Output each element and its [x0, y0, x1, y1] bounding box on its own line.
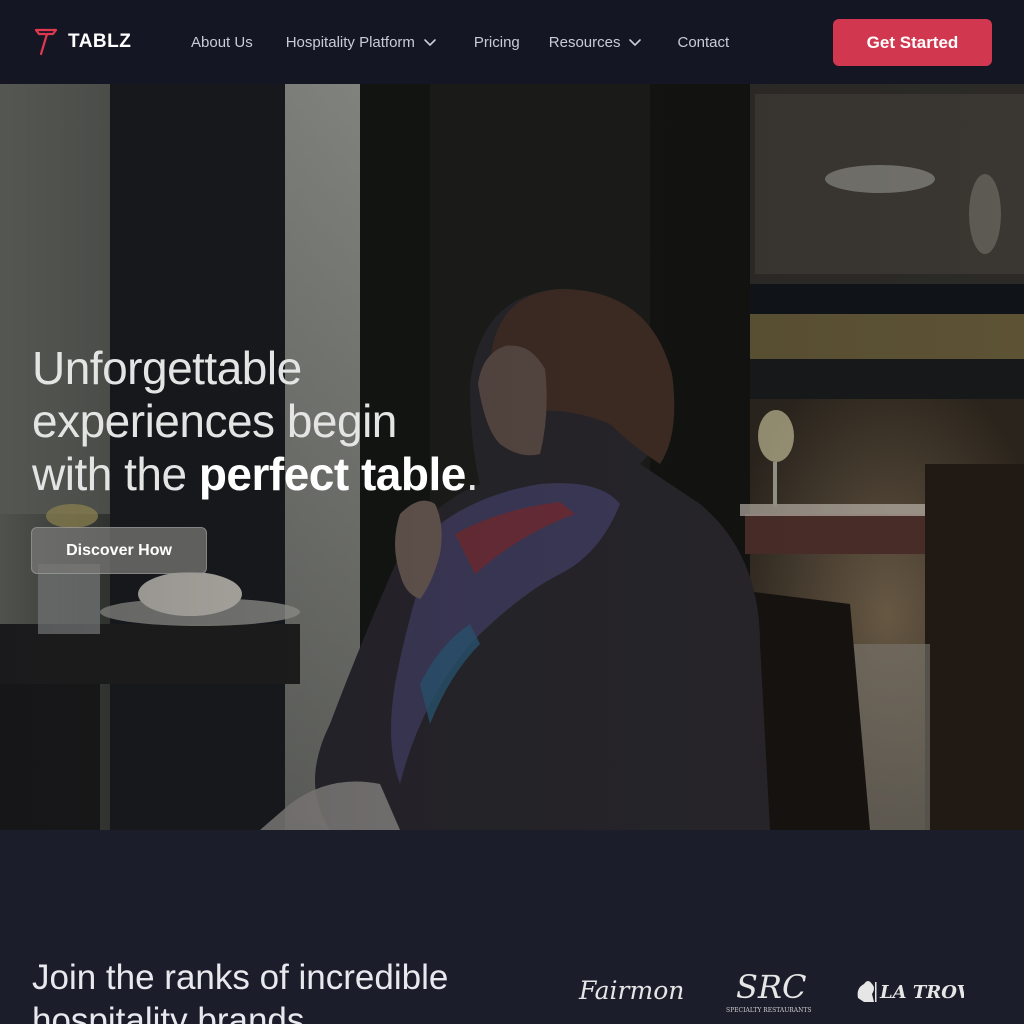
- nav-link-label: Hospitality Platform: [285, 33, 415, 51]
- hero-headline-period: .: [465, 448, 479, 500]
- discover-how-button[interactable]: Discover How: [31, 527, 207, 574]
- hero-headline-line1: Unforgettable: [32, 342, 302, 394]
- nav-link-resources[interactable]: Resources: [549, 34, 643, 51]
- hero-headline-line2: experiences begin: [32, 395, 397, 447]
- la-trova-logo: LA TROVA: [854, 974, 983, 1013]
- nav-link-label: Resources: [548, 33, 621, 51]
- get-started-button[interactable]: Get Started: [833, 19, 992, 66]
- nav-link-about-us[interactable]: About Us: [191, 34, 253, 51]
- brand-logo[interactable]: TABLZ: [34, 28, 131, 56]
- fairmont-logo: Fairmont: [577, 968, 695, 1015]
- top-navigation: TABLZ About Us Hospitality Platform Pric…: [0, 0, 1024, 84]
- hero-headline-emphasis: perfect table: [198, 448, 467, 500]
- brand-name-text: SRC: [736, 968, 807, 1006]
- nav-link-label: Contact: [677, 33, 730, 51]
- brands-heading: Join the ranks of incredible hospitality…: [32, 958, 449, 1024]
- hero-headline-line3: with the: [32, 448, 199, 500]
- chevron-down-icon: [629, 39, 642, 46]
- src-logo-icon: SRC SPECIALTY RESTAURANTS: [726, 968, 811, 1014]
- brand-name: TABLZ: [68, 31, 132, 52]
- nav-link-label: About Us: [191, 33, 253, 51]
- tablz-logo-icon: [34, 28, 58, 56]
- nav-link-pricing[interactable]: Pricing: [474, 34, 520, 51]
- nav-link-hospitality-platform[interactable]: Hospitality Platform: [286, 34, 437, 51]
- brand-name-text: Fairmont: [578, 976, 683, 1005]
- src-logo: SRC SPECIALTY RESTAURANTS: [722, 962, 816, 1021]
- nav-link-label: Pricing: [473, 33, 520, 51]
- fairmont-logo-icon: Fairmont: [578, 976, 695, 1005]
- hero-headline: Unforgettable experiences begin with the…: [32, 342, 592, 501]
- hero-section: Unforgettable experiences begin with the…: [0, 84, 1024, 830]
- brand-name-text: LA TROVA: [879, 982, 964, 1003]
- nav-link-contact[interactable]: Contact: [677, 34, 729, 51]
- brands-section: Join the ranks of incredible hospitality…: [0, 830, 1024, 1024]
- chevron-down-icon: [424, 39, 436, 46]
- brand-subtitle-text: SPECIALTY RESTAURANTS: [726, 1007, 811, 1014]
- la-trova-logo-icon: LA TROVA: [857, 981, 983, 1003]
- nav-links: About Us Hospitality Platform Pricing Re…: [191, 0, 729, 84]
